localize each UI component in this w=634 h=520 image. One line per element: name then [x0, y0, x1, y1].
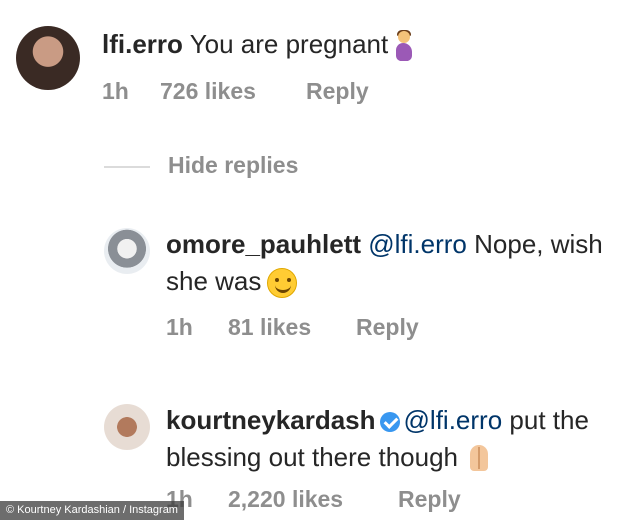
verified-badge-icon: [379, 412, 400, 433]
comment-text: You are pregnant: [189, 29, 389, 59]
avatar-omore-pauhlett[interactable]: [104, 228, 150, 274]
smiling-face-icon: [267, 268, 298, 299]
comment-omore-pauhlett: omore_pauhlett @lfi.erro Nope, wish she …: [166, 226, 616, 300]
comment-lfi-erro: lfi.erro You are pregnant: [102, 26, 622, 63]
comment-time: 1h: [102, 78, 129, 104]
mention-link[interactable]: @lfi.erro: [368, 229, 467, 259]
folded-hands-icon: [464, 443, 494, 475]
username-omore-pauhlett[interactable]: omore_pauhlett: [166, 229, 361, 259]
divider-line: [104, 166, 150, 168]
avatar-lfi-erro[interactable]: [16, 26, 80, 90]
like-count[interactable]: 81 likes: [228, 314, 311, 341]
username-kourtneykardash[interactable]: kourtneykardash: [166, 405, 376, 435]
hide-replies-label: Hide replies: [168, 152, 299, 178]
pregnant-woman-icon: [394, 30, 414, 62]
like-count[interactable]: 2,220 likes: [228, 486, 343, 513]
username-lfi-erro[interactable]: lfi.erro: [102, 29, 183, 59]
comment-kourtneykardash: kourtneykardash @lfi.erro put the blessin…: [166, 402, 616, 476]
mention-link[interactable]: @lfi.erro: [404, 405, 503, 435]
comment-time: 1h: [166, 314, 193, 340]
avatar-kourtneykardash[interactable]: [104, 404, 150, 450]
reply-button[interactable]: Reply: [398, 486, 461, 513]
reply-button[interactable]: Reply: [356, 314, 419, 341]
photo-credit: © Kourtney Kardashian / Instagram: [0, 501, 184, 520]
like-count[interactable]: 726 likes: [160, 78, 256, 105]
reply-button[interactable]: Reply: [306, 78, 369, 105]
